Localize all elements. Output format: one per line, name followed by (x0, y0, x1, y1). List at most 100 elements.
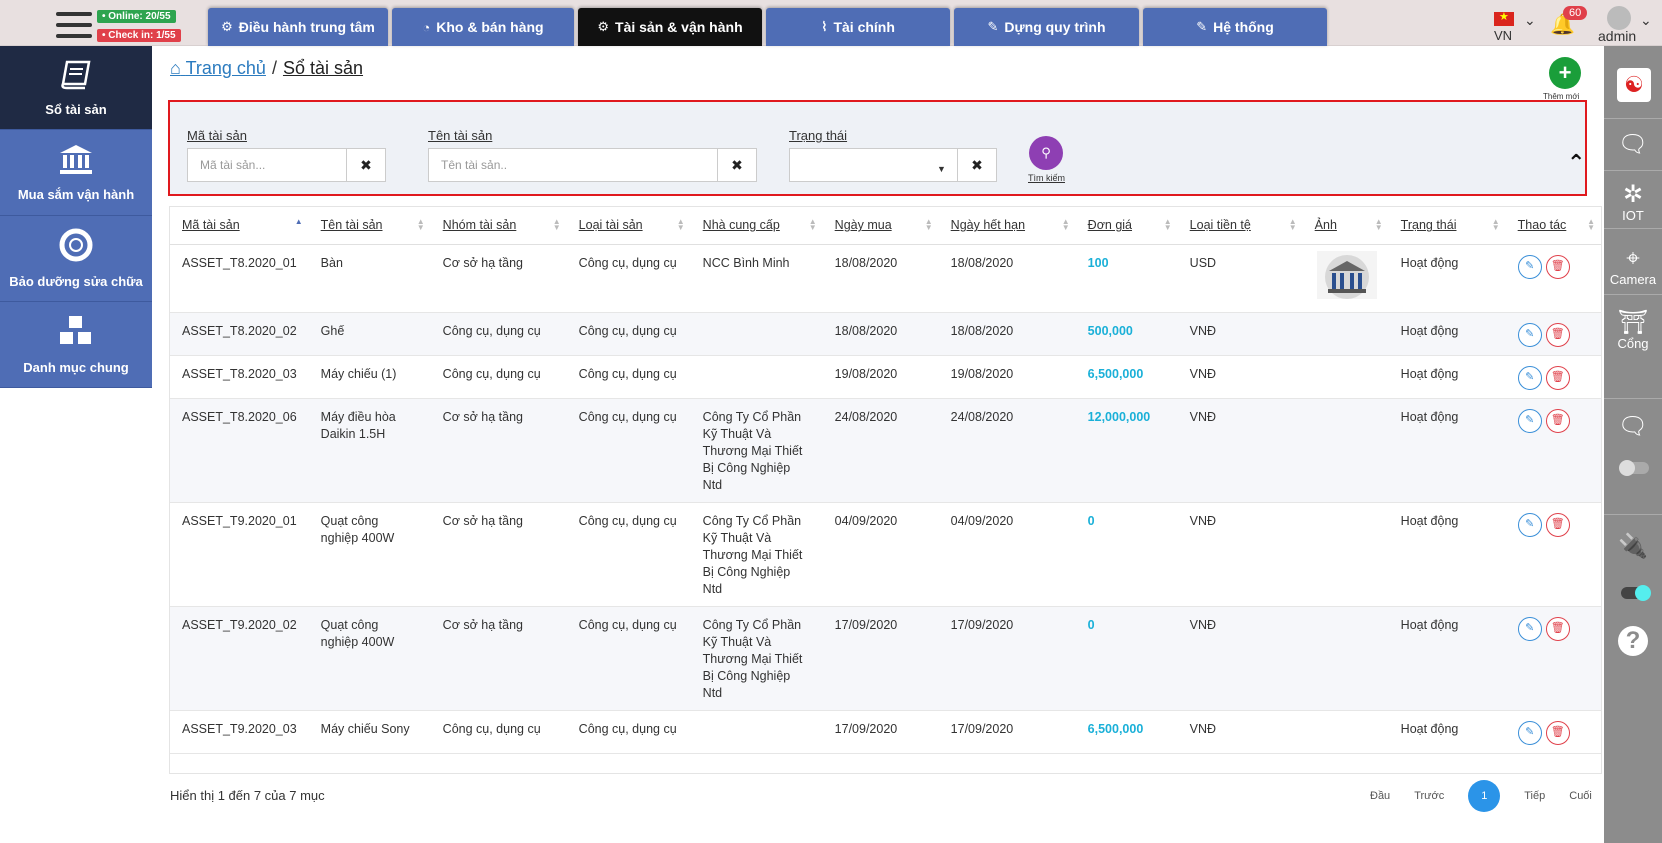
page-last[interactable]: Cuối (1569, 790, 1592, 802)
tab-dung-quy-trinh[interactable]: ✎ Dựng quy trình (954, 8, 1139, 46)
cell-type: Công cụ, dụng cụ (566, 398, 691, 503)
edit-icon[interactable]: ✎ (1517, 254, 1542, 279)
video-call-icon[interactable]: 🗨 (1604, 414, 1662, 440)
cell-name: Máy chiếu Sony (308, 710, 431, 754)
edit-icon[interactable]: ✎ (1517, 365, 1542, 390)
cell-supplier: Công Ty Cổ Phần Kỹ Thuật Và Thương Mại T… (690, 398, 823, 503)
trash-icon[interactable]: 🗑 (1545, 322, 1570, 347)
trash-icon[interactable]: 🗑 (1545, 616, 1570, 641)
sidebar-item-so-tai-san[interactable]: Sổ tài sản (0, 46, 152, 130)
col-header-actions[interactable]: Thao tác ▲ ▼ (1505, 207, 1601, 245)
breadcrumb-home[interactable]: ⌂ Trang chủ (170, 58, 266, 78)
user-name[interactable]: admin (1598, 28, 1636, 44)
asset-name-input[interactable]: Tên tài sản.. (428, 148, 718, 182)
search-icon: ⚲ (1041, 145, 1051, 160)
bank-icon (58, 143, 94, 181)
cell-image (1302, 502, 1389, 607)
status-select[interactable] (789, 148, 958, 182)
cell-supplier (690, 710, 823, 754)
help-icon[interactable]: ? (1604, 626, 1662, 656)
col-header-buy-date[interactable]: Ngày mua ▲ ▼ (822, 207, 939, 245)
add-new-button[interactable]: + (1549, 57, 1581, 89)
col-header-type[interactable]: Loại tài sản ▲ ▼ (566, 207, 691, 245)
clear-name-button[interactable]: ✖ (717, 148, 757, 182)
search-label[interactable]: Tìm kiếm (1028, 173, 1065, 183)
close-icon: ✖ (360, 156, 372, 173)
page-first[interactable]: Đầu (1370, 790, 1390, 802)
col-header-currency[interactable]: Loại tiền tệ ▲ ▼ (1177, 207, 1303, 245)
close-icon: ✖ (971, 156, 983, 173)
language-label[interactable]: VN (1494, 28, 1512, 43)
page-current[interactable]: 1 (1468, 780, 1501, 812)
camera-icon: ⌖ (1626, 245, 1640, 272)
trash-icon[interactable]: 🗑 (1545, 254, 1570, 279)
clear-code-button[interactable]: ✖ (346, 148, 386, 182)
edit-icon[interactable]: ✎ (1517, 616, 1542, 641)
clear-status-button[interactable]: ✖ (957, 148, 997, 182)
page-next[interactable]: Tiếp (1524, 790, 1545, 802)
cell-supplier (690, 312, 823, 356)
rightbar-iot[interactable]: ✲ IOT (1604, 182, 1662, 224)
asset-table: Mã tài sản ▲ Tên tài sản ▲ ▼ Nhóm tài sản ▲ ▼… (170, 207, 1601, 754)
sidebar-item-mua-sam-van-hanh[interactable]: Mua sắm vận hành (0, 130, 152, 216)
tab-tai-chinh[interactable]: ⌇ Tài chính (766, 8, 950, 46)
plug-icon[interactable]: 🔌 (1604, 534, 1662, 560)
cell-name: Máy chiếu (1) (308, 355, 431, 399)
col-header-name[interactable]: Tên tài sản ▲ ▼ (308, 207, 431, 245)
hamburger-menu-icon[interactable] (56, 12, 92, 42)
tab-he-thong[interactable]: ✎ Hệ thống (1143, 8, 1327, 46)
avatar[interactable] (1607, 6, 1631, 30)
cell-currency: VNĐ (1177, 398, 1303, 503)
trash-icon[interactable]: 🗑 (1545, 720, 1570, 745)
gate-icon: ⛩ (1617, 309, 1649, 336)
trash-icon[interactable]: 🗑 (1545, 512, 1570, 537)
chat-video-icon[interactable]: 🗨 (1604, 132, 1662, 158)
edit-icon[interactable]: ✎ (1517, 512, 1542, 537)
cell-currency: USD (1177, 244, 1303, 313)
tab-tai-san-van-hanh[interactable]: ⚙ Tài sản & vận hành (578, 8, 762, 46)
book-icon (59, 58, 93, 96)
cell-expire-date: 18/08/2020 (938, 244, 1076, 313)
col-header-image[interactable]: Ảnh ▲ ▼ (1302, 207, 1389, 245)
col-header-code[interactable]: Mã tài sản ▲ (170, 207, 309, 245)
rightbar-camera[interactable]: ⌖ Camera (1604, 245, 1662, 288)
sort-icon: ▲ ▼ (808, 217, 817, 232)
filter-name-label: Tên tài sản (428, 128, 493, 143)
chevron-up-icon[interactable]: ⌃ (1567, 150, 1585, 176)
cell-image (1302, 312, 1389, 356)
vietnam-flag-icon[interactable] (1494, 10, 1514, 26)
col-header-price[interactable]: Đơn giá ▲ ▼ (1075, 207, 1178, 245)
asset-code-input[interactable]: Mã tài sản... (187, 148, 347, 182)
edit-icon[interactable]: ✎ (1517, 322, 1542, 347)
edit-icon[interactable]: ✎ (1517, 408, 1542, 433)
col-header-supplier[interactable]: Nhà cung cấp ▲ ▼ (690, 207, 823, 245)
tab-kho-ban-hang[interactable]: ◔ Kho & bán hàng (392, 8, 574, 46)
cell-type: Công cụ, dụng cụ (566, 355, 691, 399)
chevron-down-icon[interactable]: ⌄ (1524, 12, 1536, 29)
edit-icon[interactable]: ✎ (1517, 720, 1542, 745)
col-header-status[interactable]: Trạng thái ▲ ▼ (1388, 207, 1506, 245)
col-header-group[interactable]: Nhóm tài sản ▲ ▼ (430, 207, 567, 245)
cell-currency: VNĐ (1177, 355, 1303, 399)
bank-image[interactable] (1316, 250, 1377, 299)
toggle-switch-off[interactable] (1619, 460, 1649, 476)
trash-icon[interactable]: 🗑 (1545, 365, 1570, 390)
toggle-switch-on[interactable] (1621, 585, 1651, 601)
app-logo-icon[interactable]: ☯ (1617, 68, 1651, 102)
cell-actions: ✎ 🗑 (1505, 312, 1601, 356)
sidebar-item-bao-duong-sua-chua[interactable]: Bảo dưỡng sửa chữa (0, 216, 152, 302)
search-button[interactable]: ⚲ (1029, 136, 1063, 170)
trash-icon[interactable]: 🗑 (1545, 408, 1570, 433)
cell-status: Hoạt động (1388, 606, 1506, 711)
cell-status: Hoạt động (1388, 244, 1506, 313)
rightbar-cong[interactable]: ⛩ Cổng (1604, 309, 1662, 352)
sidebar-item-danh-muc-chung[interactable]: Danh mục chung (0, 302, 152, 388)
cell-actions: ✎ 🗑 (1505, 355, 1601, 399)
page-prev[interactable]: Trước (1414, 790, 1444, 802)
chevron-down-icon[interactable]: ⌄ (1640, 12, 1652, 29)
col-header-expire-date[interactable]: Ngày hết hạn ▲ ▼ (938, 207, 1076, 245)
cell-code: ASSET_T9.2020_02 (170, 606, 309, 711)
cell-group: Cơ sở hạ tầng (430, 502, 567, 607)
cell-currency: VNĐ (1177, 502, 1303, 607)
tab-dieu-hanh-trung-tam[interactable]: ⚙ Điều hành trung tâm (208, 8, 388, 46)
